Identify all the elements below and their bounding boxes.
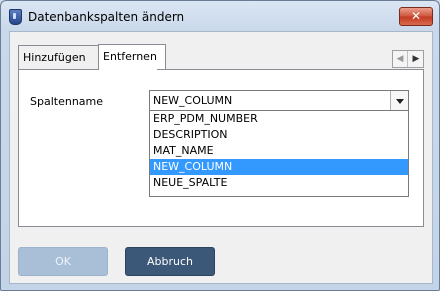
- tab-entfernen[interactable]: Entfernen: [98, 44, 166, 70]
- close-button[interactable]: ✕: [399, 7, 433, 26]
- dropdown-option[interactable]: DESCRIPTION: [150, 127, 408, 143]
- tab-scroll-buttons: ◀ ▶: [392, 50, 424, 68]
- column-dropdown-list: ERP_PDM_NUMBER DESCRIPTION MAT_NAME NEW_…: [149, 110, 409, 197]
- dialog-window: Datenbankspalten ändern ✕ Hinzufügen Ent…: [0, 0, 440, 291]
- column-name-label: Spaltenname: [30, 95, 104, 108]
- tab-strip: Hinzufügen Entfernen ◀ ▶: [18, 44, 424, 70]
- chevron-down-icon[interactable]: [390, 91, 408, 111]
- dialog-body: Hinzufügen Entfernen ◀ ▶ Spaltenname NEW…: [9, 31, 433, 284]
- dropdown-option-selected[interactable]: NEW_COLUMN: [150, 159, 408, 175]
- combobox-value: NEW_COLUMN: [153, 94, 233, 107]
- scroll-left-icon[interactable]: ◀: [393, 51, 408, 67]
- tab-panel: Spaltenname NEW_COLUMN ERP_PDM_NUMBER DE…: [18, 70, 424, 227]
- column-name-combobox[interactable]: NEW_COLUMN: [149, 90, 409, 112]
- scroll-right-icon[interactable]: ▶: [409, 51, 423, 67]
- database-icon: [9, 9, 22, 25]
- window-title: Datenbankspalten ändern: [28, 10, 185, 24]
- tab-hinzufuegen[interactable]: Hinzufügen: [18, 45, 103, 70]
- dropdown-option[interactable]: ERP_PDM_NUMBER: [150, 111, 408, 127]
- dropdown-option[interactable]: NEUE_SPALTE: [150, 175, 408, 191]
- cancel-button[interactable]: Abbruch: [125, 247, 215, 276]
- ok-button[interactable]: OK: [18, 247, 108, 276]
- title-bar[interactable]: Datenbankspalten ändern ✕: [1, 1, 439, 31]
- dropdown-option[interactable]: MAT_NAME: [150, 143, 408, 159]
